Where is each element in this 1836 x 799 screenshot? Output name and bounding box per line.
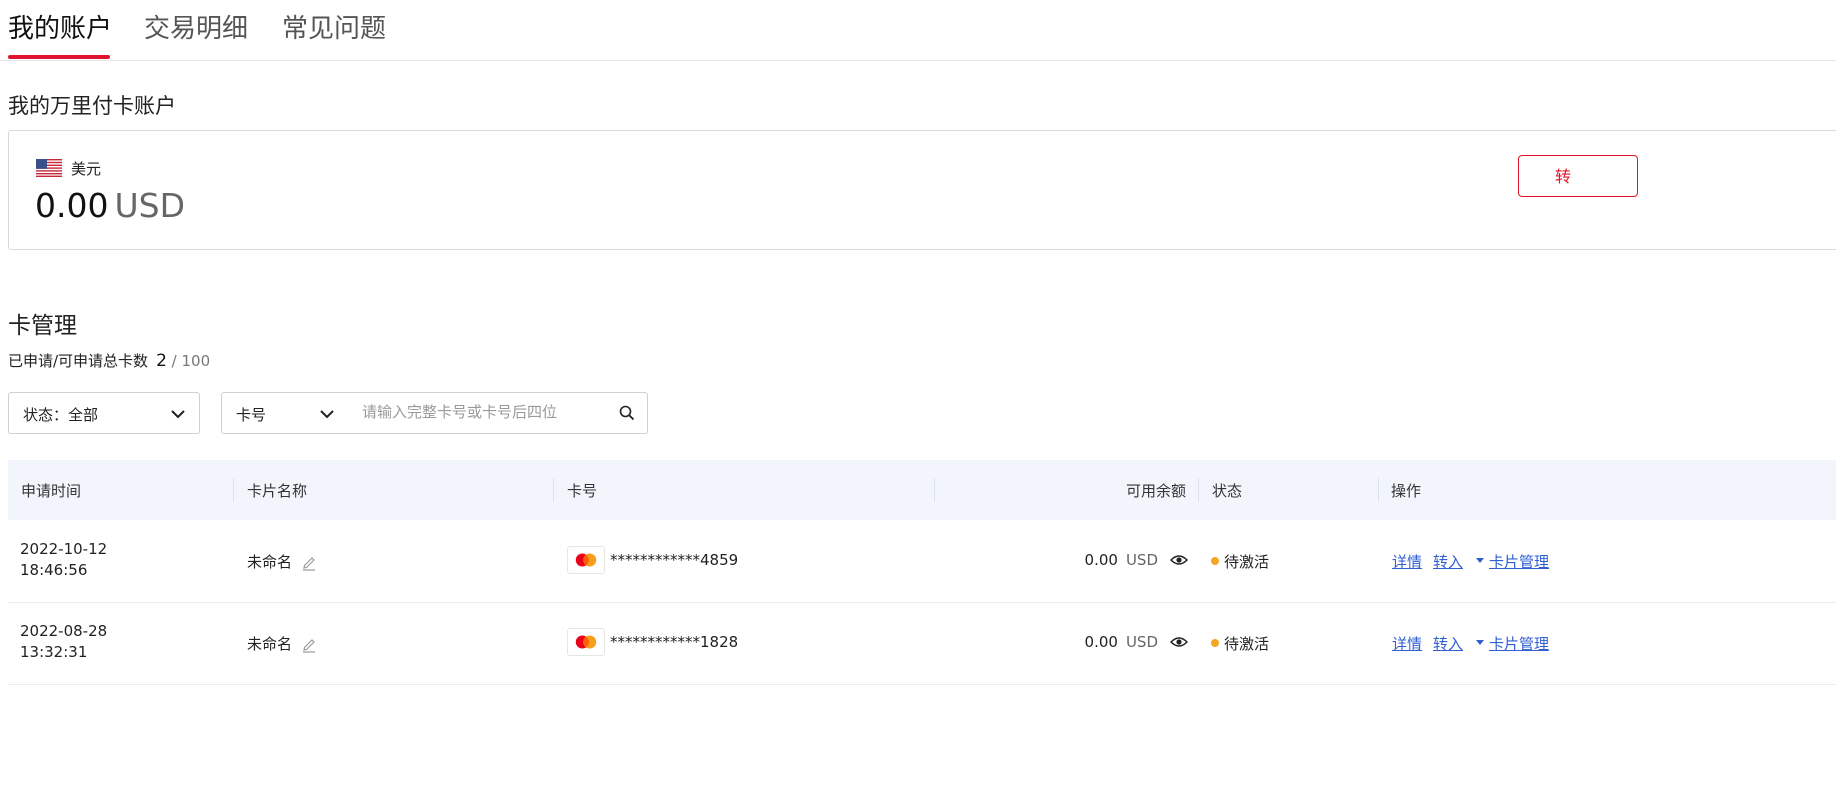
apply-date: 2022-10-12 xyxy=(20,540,108,558)
header-divider xyxy=(233,478,234,502)
us-flag-icon xyxy=(36,159,62,177)
balance-value: 0.00 xyxy=(1084,551,1118,569)
tab-bar: 我的账户 交易明细 常见问题 xyxy=(0,0,1836,61)
card-table-header: 申请时间 卡片名称 卡号 可用余额 状态 操作 xyxy=(8,460,1836,520)
header-divider xyxy=(1378,478,1379,502)
header-status: 状态 xyxy=(1212,482,1243,500)
available-balance: 0.00 USD xyxy=(1008,633,1158,651)
header-apply-time: 申请时间 xyxy=(21,482,82,500)
tab-faq[interactable]: 常见问题 xyxy=(282,8,386,45)
table-row: 2022-08-28 13:32:31 未命名 ************1828… xyxy=(8,602,1836,685)
card-name-cell: 未命名 xyxy=(247,551,317,572)
transfer-in-link[interactable]: 转入 xyxy=(1433,551,1463,572)
balance-value: 0.00 xyxy=(1084,633,1118,651)
card-count-value: 2 xyxy=(156,351,167,371)
apply-time: 18:46:56 xyxy=(20,561,88,579)
transfer-in-link[interactable]: 转入 xyxy=(1433,633,1463,654)
tab-transaction-details[interactable]: 交易明细 xyxy=(144,8,248,45)
pencil-icon[interactable] xyxy=(301,555,317,571)
apply-time-cell: 2022-08-28 13:32:31 xyxy=(20,621,107,663)
mastercard-icon xyxy=(567,628,605,656)
active-tab-indicator xyxy=(8,55,110,59)
header-divider xyxy=(934,478,935,502)
pencil-icon[interactable] xyxy=(301,637,317,653)
status-dot xyxy=(1211,639,1219,647)
header-available-balance: 可用余额 xyxy=(1125,482,1186,500)
balance-unit: USD xyxy=(1125,551,1158,569)
header-card-number: 卡号 xyxy=(567,482,598,500)
card-name: 未命名 xyxy=(247,553,293,571)
status-filter-label: 状态：全部 xyxy=(23,406,99,424)
details-link[interactable]: 详情 xyxy=(1392,633,1422,654)
header-card-name: 卡片名称 xyxy=(247,482,308,500)
account-balance: 0.00 USD xyxy=(35,186,185,225)
balance-unit: USD xyxy=(114,186,185,225)
transfer-button[interactable]: 转 xyxy=(1518,155,1638,197)
eye-icon[interactable] xyxy=(1170,552,1188,568)
account-balance-card: 美元 0.00 USD 转 xyxy=(8,130,1836,250)
tab-my-account[interactable]: 我的账户 xyxy=(8,8,112,45)
status-text: 待激活 xyxy=(1224,553,1270,571)
apply-time: 13:32:31 xyxy=(20,643,88,661)
balance-amount: 0.00 xyxy=(35,186,109,225)
chevron-down-icon xyxy=(171,410,185,419)
card-number: ************4859 xyxy=(610,551,739,569)
card-search-field xyxy=(348,392,648,434)
table-row: 2022-10-12 18:46:56 未命名 ************4859… xyxy=(8,520,1836,603)
search-type-select[interactable]: 卡号 xyxy=(221,392,349,434)
card-management-link[interactable]: 卡片管理 xyxy=(1489,633,1549,654)
chevron-down-icon xyxy=(320,410,334,419)
available-balance: 0.00 USD xyxy=(1008,551,1158,569)
card-search-input[interactable] xyxy=(360,402,604,422)
status-dot xyxy=(1211,557,1219,565)
card-number: ************1828 xyxy=(610,633,739,651)
details-link[interactable]: 详情 xyxy=(1392,551,1422,572)
status-filter-select[interactable]: 状态：全部 xyxy=(8,392,200,434)
search-type-label: 卡号 xyxy=(236,406,267,424)
caret-down-icon xyxy=(1476,640,1484,645)
card-count-total: / 100 xyxy=(171,352,211,370)
balance-unit: USD xyxy=(1125,633,1158,651)
card-management-title: 卡管理 xyxy=(8,313,77,339)
account-section-title: 我的万里付卡账户 xyxy=(8,94,176,118)
card-count-label: 已申请/可申请总卡数 xyxy=(8,352,149,370)
apply-date: 2022-08-28 xyxy=(20,622,108,640)
header-divider xyxy=(1198,478,1199,502)
card-name-cell: 未命名 xyxy=(247,633,317,654)
header-divider xyxy=(553,478,554,502)
eye-icon[interactable] xyxy=(1170,634,1188,650)
apply-time-cell: 2022-10-12 18:46:56 xyxy=(20,539,107,581)
card-count: 已申请/可申请总卡数 2 / 100 xyxy=(8,350,210,371)
mastercard-icon xyxy=(567,546,605,574)
card-name: 未命名 xyxy=(247,635,293,653)
header-actions: 操作 xyxy=(1391,482,1422,500)
status-text: 待激活 xyxy=(1224,635,1270,653)
search-icon[interactable] xyxy=(619,405,635,421)
card-management-link[interactable]: 卡片管理 xyxy=(1489,551,1549,572)
caret-down-icon xyxy=(1476,558,1484,563)
currency-label: 美元 xyxy=(71,160,102,178)
